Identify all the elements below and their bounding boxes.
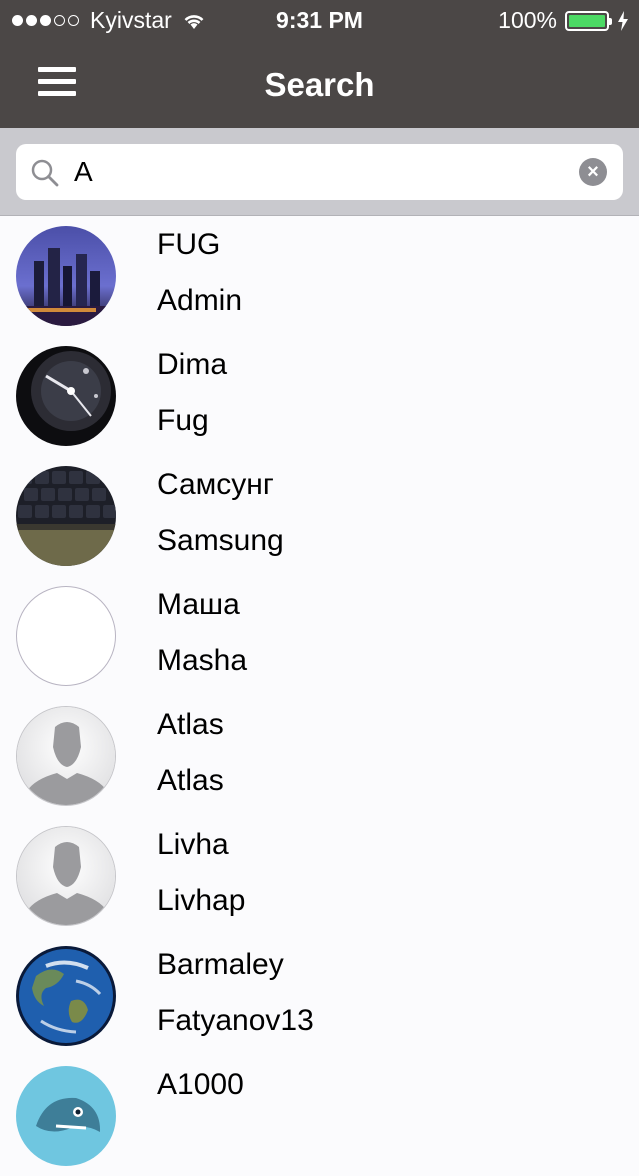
- avatar: [16, 466, 116, 566]
- contact-name: Barmaley: [157, 948, 284, 981]
- list-item[interactable]: Самсунг Samsung: [0, 456, 639, 576]
- clear-search-button[interactable]: ×: [579, 158, 607, 186]
- earth-icon: [16, 946, 116, 1046]
- battery-percentage: 100%: [498, 7, 557, 33]
- contact-name: Самсунг: [157, 468, 274, 501]
- list-item[interactable]: Atlas Atlas: [0, 696, 639, 816]
- contact-name: A1000: [157, 1068, 244, 1101]
- list-item[interactable]: Dima Fug: [0, 336, 639, 456]
- contact-name: Dima: [157, 348, 228, 381]
- avatar: [16, 586, 116, 686]
- contact-name: FUG: [157, 228, 221, 261]
- watch-icon: [16, 346, 116, 446]
- avatar: [16, 706, 116, 806]
- contact-username: Fug: [157, 404, 209, 437]
- contact-username: Fatyanov13: [157, 1004, 314, 1037]
- avatar: [16, 826, 116, 926]
- contact-name: Маша: [157, 588, 240, 621]
- list-item[interactable]: Barmaley Fatyanov13: [0, 936, 639, 1056]
- navigation-bar: Kyivstar 9:31 PM 100% Search: [0, 0, 639, 128]
- list-item[interactable]: Livha Livhap: [0, 816, 639, 936]
- contact-username: Atlas: [157, 764, 224, 797]
- search-field[interactable]: ×: [16, 144, 623, 200]
- shark-icon: [16, 1066, 116, 1166]
- avatar: [16, 226, 116, 326]
- search-input[interactable]: [74, 152, 574, 192]
- search-bar: ×: [0, 128, 639, 216]
- contact-username: Masha: [157, 644, 248, 677]
- charging-icon: [618, 10, 628, 31]
- search-results-list: FUG Admin Dima Fug Самсунг Samsung Маша …: [0, 216, 639, 1176]
- list-item[interactable]: FUG Admin: [0, 216, 639, 336]
- contact-name: Livha: [157, 828, 229, 861]
- status-bar: Kyivstar 9:31 PM 100%: [0, 0, 639, 40]
- list-item[interactable]: A1000: [0, 1056, 639, 1176]
- page-title: Search: [264, 66, 375, 103]
- avatar: [16, 946, 116, 1046]
- contact-username: Livhap: [157, 884, 246, 917]
- city-skyline-icon: [16, 226, 116, 326]
- default-person-icon: [17, 827, 115, 925]
- contact-username: Samsung: [157, 524, 284, 557]
- avatar: [16, 346, 116, 446]
- contact-name: Atlas: [157, 708, 224, 741]
- search-icon: [31, 159, 59, 187]
- list-item[interactable]: Маша Masha: [0, 576, 639, 696]
- battery-icon: [565, 10, 612, 31]
- avatar: [16, 1066, 116, 1166]
- keyboard-icon: [16, 466, 116, 566]
- default-person-icon: [17, 707, 115, 805]
- contact-username: Admin: [157, 284, 243, 317]
